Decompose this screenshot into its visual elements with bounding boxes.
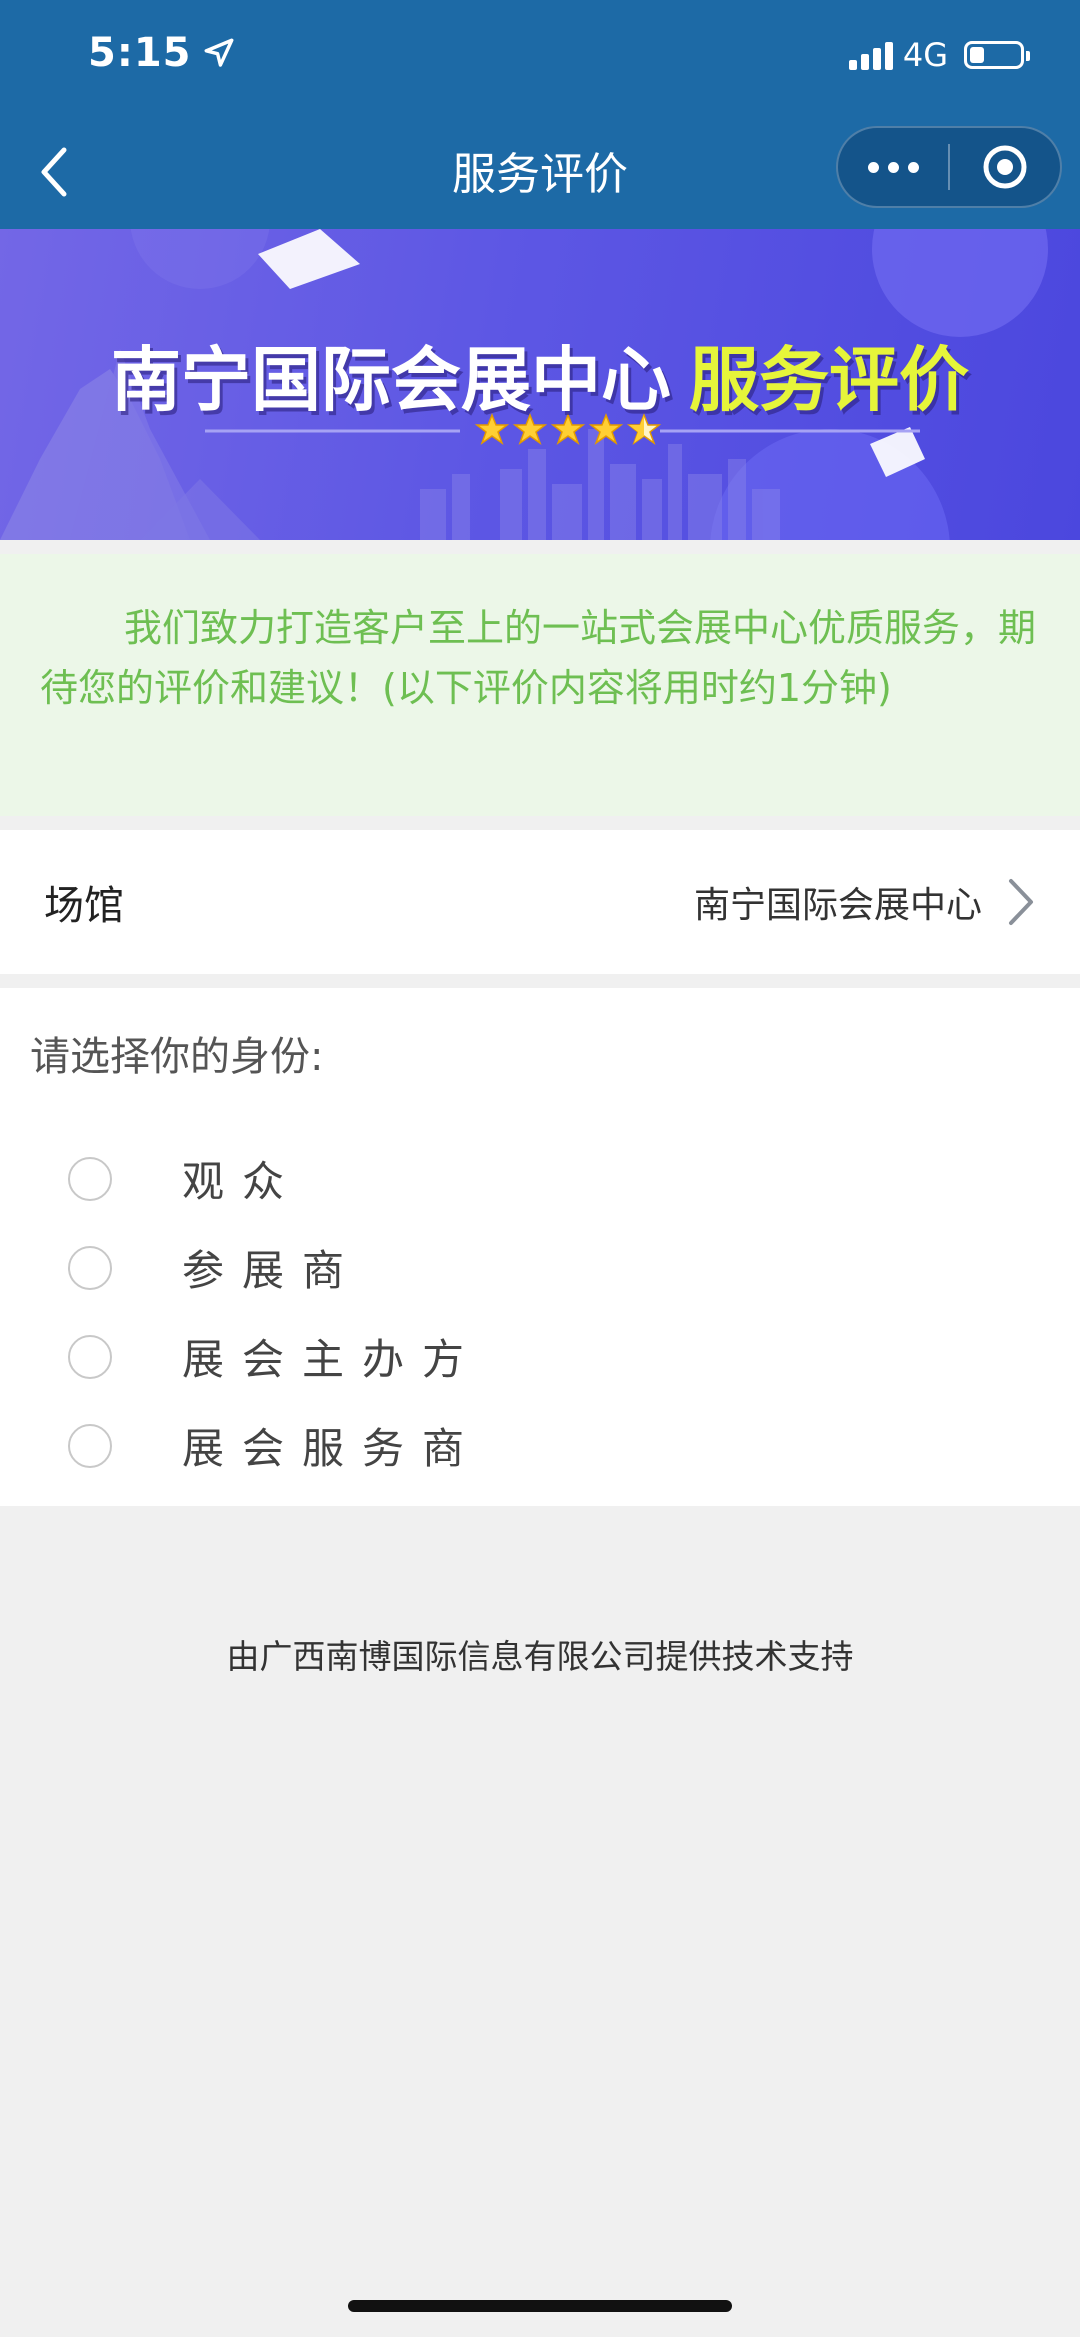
option-label: 参展商 xyxy=(182,1246,363,1295)
radio-button[interactable] xyxy=(68,1156,112,1201)
app-header: 5:15 4G 服务评价 xyxy=(0,0,1080,229)
status-indicators: 4G xyxy=(848,36,1030,74)
radio-button[interactable] xyxy=(68,1423,112,1468)
radio-button[interactable] xyxy=(68,1334,112,1379)
venue-value: 南宁国际会展中心 xyxy=(693,885,982,926)
identity-question: 请选择你的身份: xyxy=(30,1034,324,1080)
battery-icon xyxy=(964,41,1030,69)
more-options-icon[interactable] xyxy=(838,161,948,173)
hero-banner: 南宁国际会展中心 服务评价 xyxy=(0,229,1080,540)
miniprogram-capsule xyxy=(836,126,1062,208)
venue-label: 场馆 xyxy=(44,883,124,929)
location-arrow-icon xyxy=(204,38,233,67)
status-time: 5:15 xyxy=(88,30,192,76)
identity-option-visitor[interactable]: 观众 xyxy=(68,1148,302,1209)
home-indicator[interactable] xyxy=(348,2300,732,2312)
banner-title-main: 南宁国际会展中心 xyxy=(111,338,671,421)
banner-title: 南宁国际会展中心 服务评价 xyxy=(0,324,1080,425)
identity-option-service-provider[interactable]: 展会服务商 xyxy=(68,1415,482,1476)
close-miniprogram-icon[interactable] xyxy=(950,144,1060,190)
chevron-right-icon xyxy=(1009,879,1033,925)
signal-icon xyxy=(848,40,893,70)
intro-notice: 我们致力打造客户至上的一站式会展中心优质服务，期待您的评价和建议！(以下评价内容… xyxy=(0,554,1080,816)
radio-button[interactable] xyxy=(68,1245,112,1290)
identity-option-exhibitor[interactable]: 参展商 xyxy=(68,1237,362,1298)
identity-section: 请选择你的身份: 观众 参展商 展会主办方 展会服务商 xyxy=(0,988,1080,1506)
identity-option-organizer[interactable]: 展会主办方 xyxy=(68,1326,482,1387)
option-label: 观众 xyxy=(182,1157,303,1206)
status-time-group: 5:15 xyxy=(88,30,236,76)
network-type: 4G xyxy=(902,36,948,74)
tech-support-footer: 由广西南博国际信息有限公司提供技术支持 xyxy=(226,1637,854,1676)
option-label: 展会主办方 xyxy=(182,1335,483,1384)
venue-selector[interactable]: 场馆 南宁国际会展中心 xyxy=(0,830,1080,974)
option-label: 展会服务商 xyxy=(182,1424,483,1473)
banner-title-highlight: 服务评价 xyxy=(689,338,969,421)
